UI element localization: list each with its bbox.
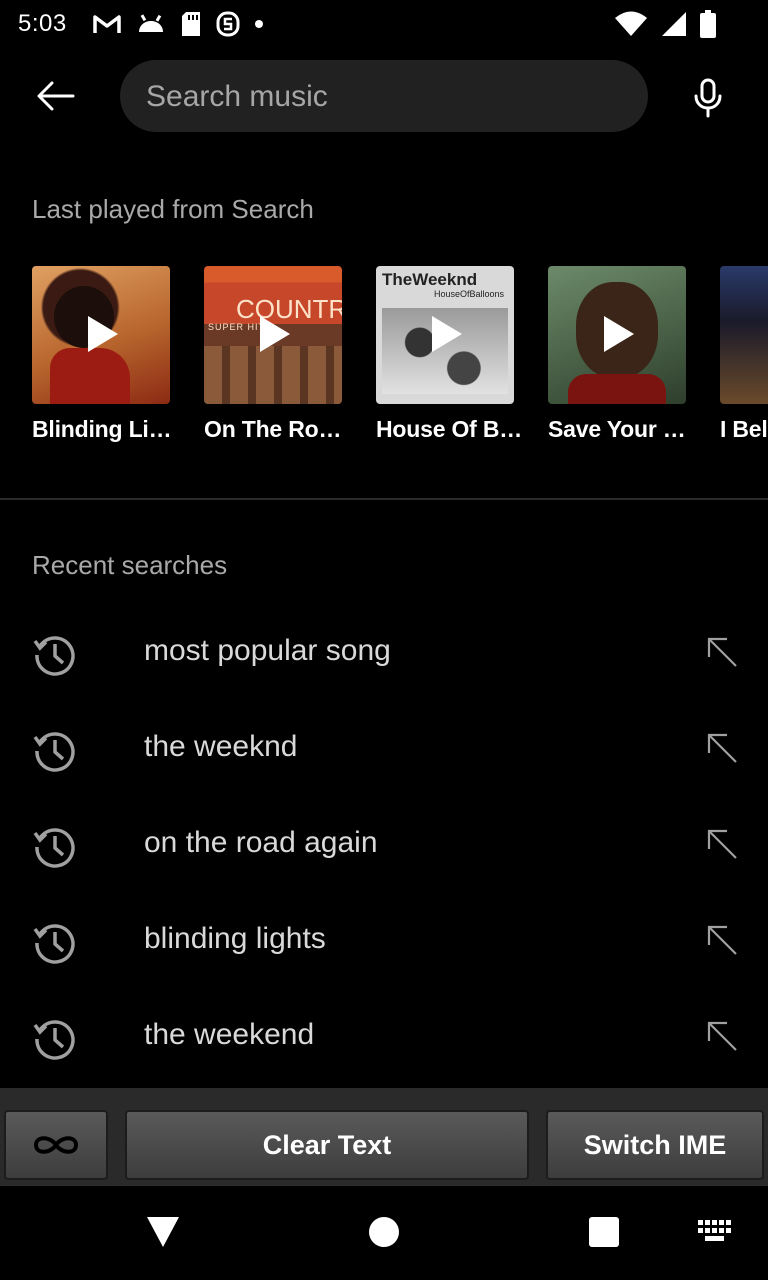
search-input[interactable] bbox=[144, 60, 628, 134]
last-played-card[interactable]: Blinding Li… bbox=[32, 266, 172, 443]
nav-home-icon[interactable] bbox=[368, 1216, 400, 1248]
switch-ime-button[interactable]: Switch IME bbox=[546, 1110, 764, 1180]
nav-back-icon[interactable] bbox=[146, 1216, 180, 1248]
art-weeknd-label: TheWeeknd bbox=[382, 270, 478, 289]
card-title: Save Your … bbox=[548, 416, 686, 442]
clear-text-button[interactable]: Clear Text bbox=[125, 1110, 529, 1180]
recent-search-text: blinding lights bbox=[144, 922, 326, 955]
play-icon bbox=[432, 316, 462, 352]
recent-search-text: the weekend bbox=[144, 1018, 315, 1051]
recent-search-text: most popular song bbox=[144, 634, 391, 667]
voice-search-button[interactable] bbox=[684, 74, 732, 122]
arrow-up-left-icon[interactable] bbox=[706, 828, 738, 860]
recent-search-text: on the road again bbox=[144, 826, 378, 859]
app-s-icon bbox=[216, 11, 240, 37]
sd-card-icon bbox=[182, 12, 200, 36]
last-played-card[interactable]: COUNTRY SUPER HITS On The Ro… bbox=[204, 266, 344, 443]
history-icon bbox=[33, 1020, 75, 1060]
history-icon bbox=[33, 732, 75, 772]
album-art-i-believe[interactable] bbox=[720, 266, 768, 404]
section-divider bbox=[0, 498, 768, 500]
history-icon bbox=[33, 636, 75, 676]
arrow-up-left-icon[interactable] bbox=[706, 636, 738, 668]
card-title: On The Ro… bbox=[204, 416, 342, 442]
arrow-up-left-icon[interactable] bbox=[706, 924, 738, 956]
gmail-icon bbox=[93, 15, 121, 33]
arrow-up-left-icon[interactable] bbox=[706, 1020, 738, 1052]
last-played-card[interactable]: TheWeeknd HouseOfBalloons House Of B… bbox=[376, 266, 523, 443]
status-time: 5:03 bbox=[18, 10, 67, 37]
microphone-icon bbox=[694, 78, 722, 118]
album-art-save-your-tears[interactable] bbox=[548, 266, 686, 404]
infinity-icon bbox=[33, 1136, 79, 1154]
search-toolbar bbox=[0, 60, 768, 134]
last-played-carousel[interactable]: Blinding Li… COUNTRY SUPER HITS On The R… bbox=[32, 266, 768, 456]
art-weeknd-sub: HouseOfBalloons bbox=[434, 289, 505, 299]
recent-search-item[interactable]: most popular song bbox=[0, 606, 768, 702]
album-art-blinding-lights[interactable] bbox=[32, 266, 170, 404]
album-art-house-of-balloons[interactable]: TheWeeknd HouseOfBalloons bbox=[376, 266, 514, 404]
recent-search-text: the weeknd bbox=[144, 730, 298, 763]
dot-icon bbox=[255, 20, 263, 28]
album-art-on-the-road-again[interactable]: COUNTRY SUPER HITS bbox=[204, 266, 342, 404]
recent-search-item[interactable]: the weeknd bbox=[0, 702, 768, 798]
card-title: Blinding Li… bbox=[32, 416, 172, 442]
android-icon bbox=[139, 14, 163, 32]
history-icon bbox=[33, 924, 75, 964]
last-played-card[interactable]: Save Your … bbox=[548, 266, 688, 443]
search-box[interactable] bbox=[120, 60, 648, 134]
card-title: I Bel bbox=[720, 416, 768, 442]
battery-icon bbox=[700, 10, 716, 38]
play-icon bbox=[260, 316, 290, 352]
play-icon bbox=[88, 316, 118, 352]
last-played-title: Last played from Search bbox=[32, 194, 314, 224]
play-icon bbox=[604, 316, 634, 352]
keyboard-icon[interactable] bbox=[698, 1220, 732, 1242]
navigation-bar bbox=[0, 1186, 768, 1280]
status-bar: 5:03 bbox=[0, 0, 768, 48]
arrow-left-icon bbox=[37, 81, 75, 111]
recent-search-item[interactable]: blinding lights bbox=[0, 894, 768, 990]
arrow-up-left-icon[interactable] bbox=[706, 732, 738, 764]
signal-icon bbox=[662, 12, 686, 36]
recent-searches-title: Recent searches bbox=[32, 550, 228, 580]
back-button[interactable] bbox=[28, 74, 84, 118]
ime-infinity-button[interactable] bbox=[4, 1110, 108, 1180]
card-title: House Of B… bbox=[376, 416, 523, 442]
ime-toolbar: Clear Text Switch IME bbox=[0, 1088, 768, 1186]
recent-search-item[interactable]: the weekend bbox=[0, 990, 768, 1086]
history-icon bbox=[33, 828, 75, 868]
recent-search-item[interactable]: on the road again bbox=[0, 798, 768, 894]
nav-recents-icon[interactable] bbox=[588, 1216, 620, 1248]
wifi-icon bbox=[615, 11, 647, 36]
last-played-card[interactable]: I Bel bbox=[720, 266, 768, 443]
